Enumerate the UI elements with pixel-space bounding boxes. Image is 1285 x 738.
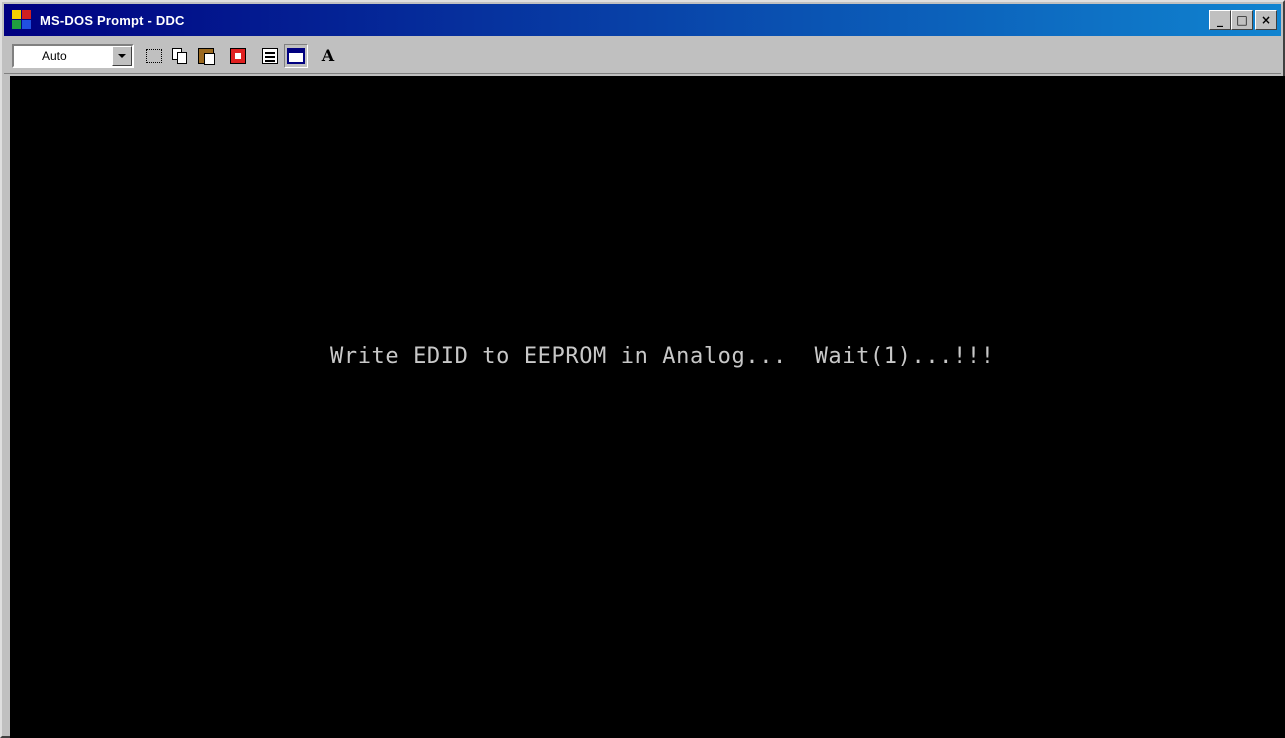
font-icon: A — [321, 46, 335, 65]
minimize-button[interactable]: _ — [1209, 10, 1231, 30]
copy-button[interactable] — [168, 43, 192, 68]
background-icon — [287, 47, 305, 64]
chevron-down-icon[interactable] — [112, 45, 132, 66]
font-size-value: Auto — [42, 48, 67, 63]
paste-button[interactable] — [194, 43, 218, 68]
background-button[interactable] — [284, 43, 308, 68]
properties-button[interactable] — [258, 43, 282, 68]
window-title: MS-DOS Prompt - DDC — [40, 12, 185, 28]
title-bar[interactable]: MS-DOS Prompt - DDC _ □ × — [4, 4, 1281, 36]
msdos-window: MS-DOS Prompt - DDC _ □ × Auto A Write E… — [0, 0, 1285, 738]
copy-icon — [172, 47, 188, 64]
minimize-icon: _ — [1217, 13, 1223, 27]
font-size-select[interactable]: Auto — [12, 43, 134, 68]
properties-icon — [262, 47, 278, 64]
console-screen[interactable]: Write EDID to EEPROM in Analog... Wait(1… — [10, 76, 1285, 738]
maximize-button[interactable]: □ — [1231, 10, 1253, 30]
full-screen-button[interactable] — [226, 43, 250, 68]
paste-icon — [198, 47, 215, 65]
maximize-icon: □ — [1236, 13, 1248, 27]
font-button[interactable]: A — [316, 43, 340, 68]
mark-button[interactable] — [142, 43, 166, 68]
msdos-icon[interactable] — [10, 7, 36, 33]
close-button[interactable]: × — [1255, 10, 1277, 30]
mark-icon — [146, 48, 162, 63]
window-controls: _ □ × — [1209, 10, 1277, 30]
close-icon: × — [1260, 13, 1272, 27]
console-output-line: Write EDID to EEPROM in Analog... Wait(1… — [330, 344, 995, 369]
toolbar: Auto A — [4, 38, 1281, 74]
full-screen-icon — [230, 47, 246, 64]
